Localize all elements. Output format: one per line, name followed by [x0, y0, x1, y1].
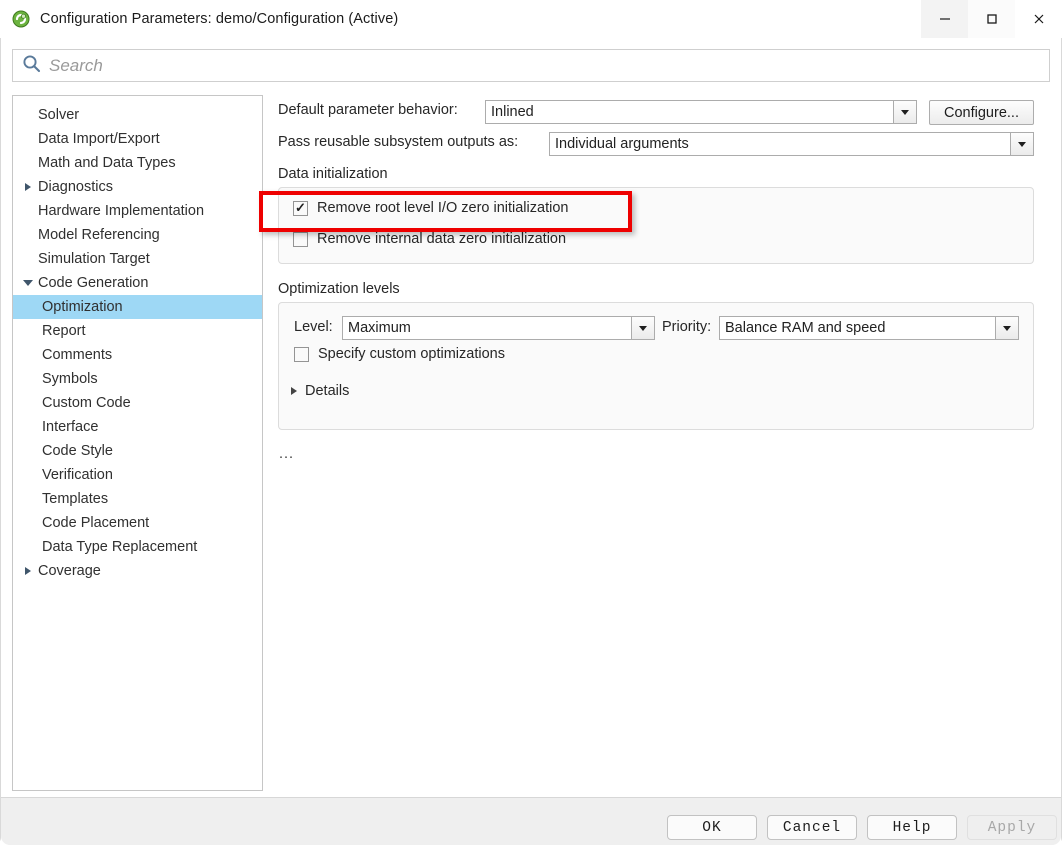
priority-label-wrap: Priority:	[662, 319, 711, 335]
check-icon: ✓	[295, 200, 306, 215]
chevron-down-icon[interactable]	[631, 317, 654, 339]
pass-reusable-outputs-row: Pass reusable subsystem outputs as:	[278, 134, 518, 150]
sidebar-item-verification[interactable]: Verification	[13, 463, 262, 487]
search-icon	[22, 54, 41, 78]
remove-root-level-io-zero-init-checkbox[interactable]: ✓	[293, 200, 308, 216]
sidebar-item-interface[interactable]: Interface	[13, 415, 262, 439]
settings-tree[interactable]: Solver Data Import/Export Math and Data Ty…	[12, 95, 263, 791]
sidebar-item-code-generation[interactable]: Code Generation	[13, 271, 262, 295]
remove-internal-data-zero-init-label: Remove internal data zero initialization	[317, 231, 567, 247]
sidebar-item-label: Hardware Implementation	[38, 203, 205, 219]
sidebar-item-label: Templates	[42, 491, 109, 507]
sidebar-item-label: Solver	[38, 107, 80, 123]
sidebar-item-label: Interface	[42, 419, 99, 435]
optimization-levels-title: Optimization levels	[278, 281, 400, 297]
default-parameter-behavior-value: Inlined	[486, 101, 893, 123]
sidebar-item-label: Data Type Replacement	[42, 539, 198, 555]
data-initialization-title: Data initialization	[278, 166, 388, 182]
sidebar-item-data-import-export[interactable]: Data Import/Export	[13, 127, 262, 151]
sidebar-item-code-placement[interactable]: Code Placement	[13, 511, 262, 535]
chevron-right-icon	[291, 387, 297, 395]
chevron-down-icon[interactable]	[1010, 133, 1033, 155]
default-parameter-behavior-combo[interactable]: Inlined	[485, 100, 917, 124]
search-bar[interactable]	[12, 49, 1050, 82]
sidebar-item-model-referencing[interactable]: Model Referencing	[13, 223, 262, 247]
chevron-right-icon[interactable]	[20, 567, 36, 575]
maximize-button[interactable]	[968, 0, 1015, 38]
sidebar-item-label: Code Placement	[42, 515, 150, 531]
ok-button[interactable]: OK	[667, 815, 757, 840]
sidebar-item-symbols[interactable]: Symbols	[13, 367, 262, 391]
sidebar-item-label: Custom Code	[42, 395, 131, 411]
details-expander[interactable]: Details	[291, 383, 349, 399]
sidebar-item-label: Math and Data Types	[38, 155, 176, 171]
chevron-down-icon[interactable]	[20, 280, 36, 286]
level-value: Maximum	[343, 317, 631, 339]
details-label: Details	[305, 383, 350, 399]
search-input[interactable]	[49, 55, 949, 76]
window-controls	[921, 0, 1062, 38]
pass-reusable-outputs-label: Pass reusable subsystem outputs as:	[278, 134, 519, 150]
sidebar-item-math-and-data-types[interactable]: Math and Data Types	[13, 151, 262, 175]
priority-label: Priority:	[662, 319, 712, 335]
cancel-button[interactable]: Cancel	[767, 815, 857, 840]
optimization-pane: Default parameter behavior: Inlined Conf…	[272, 95, 1050, 791]
sidebar-item-label: Verification	[42, 467, 113, 483]
chevron-down-icon[interactable]	[893, 101, 916, 123]
pass-reusable-outputs-value: Individual arguments	[550, 133, 1010, 155]
sidebar-item-comments[interactable]: Comments	[13, 343, 262, 367]
sidebar-item-label: Optimization	[42, 299, 123, 315]
sidebar-item-templates[interactable]: Templates	[13, 487, 262, 511]
specify-custom-optimizations-row[interactable]: Specify custom optimizations	[294, 346, 505, 362]
sidebar-item-label: Comments	[42, 347, 113, 363]
default-parameter-behavior-row: Default parameter behavior:	[278, 102, 458, 118]
configure-button[interactable]: Configure...	[929, 100, 1034, 125]
sidebar-item-data-type-replacement[interactable]: Data Type Replacement	[13, 535, 262, 559]
level-combo[interactable]: Maximum	[342, 316, 655, 340]
remove-root-level-io-zero-init-row[interactable]: ✓ Remove root level I/O zero initializat…	[293, 200, 568, 216]
priority-value: Balance RAM and speed	[720, 317, 995, 339]
remove-internal-data-zero-init-row[interactable]: Remove internal data zero initialization	[293, 231, 566, 247]
minimize-button[interactable]	[921, 0, 968, 38]
pass-reusable-outputs-combo[interactable]: Individual arguments	[549, 132, 1034, 156]
sidebar-item-label: Model Referencing	[38, 227, 160, 243]
level-label-wrap: Level:	[294, 319, 333, 335]
close-button[interactable]	[1015, 0, 1062, 38]
sidebar-item-optimization[interactable]: Optimization	[13, 295, 262, 319]
title-bar: Configuration Parameters: demo/Configura…	[0, 0, 1062, 38]
simulink-icon	[12, 10, 30, 28]
sidebar-item-solver[interactable]: Solver	[13, 103, 262, 127]
data-initialization-panel	[278, 187, 1034, 264]
sidebar-item-custom-code[interactable]: Custom Code	[13, 391, 262, 415]
specify-custom-optimizations-label: Specify custom optimizations	[318, 346, 505, 362]
sidebar-item-label: Coverage	[38, 563, 101, 579]
sidebar-item-label: Simulation Target	[38, 251, 150, 267]
chevron-right-icon[interactable]	[20, 183, 36, 191]
sidebar-item-label: Code Generation	[38, 275, 149, 291]
sidebar-item-code-style[interactable]: Code Style	[13, 439, 262, 463]
default-parameter-behavior-label: Default parameter behavior:	[278, 102, 458, 118]
sidebar-item-label: Report	[42, 323, 86, 339]
sidebar-item-coverage[interactable]: Coverage	[13, 559, 262, 583]
remove-internal-data-zero-init-checkbox[interactable]	[293, 231, 308, 247]
level-label: Level:	[294, 319, 333, 335]
sidebar-item-diagnostics[interactable]: Diagnostics	[13, 175, 262, 199]
chevron-down-icon[interactable]	[995, 317, 1018, 339]
priority-combo[interactable]: Balance RAM and speed	[719, 316, 1019, 340]
overflow-indicator: ...	[279, 446, 295, 462]
sidebar-item-report[interactable]: Report	[13, 319, 262, 343]
sidebar-item-label: Data Import/Export	[38, 131, 160, 147]
specify-custom-optimizations-checkbox[interactable]	[294, 346, 309, 362]
window-title: Configuration Parameters: demo/Configura…	[40, 11, 399, 27]
apply-button: Apply	[967, 815, 1057, 840]
sidebar-item-label: Code Style	[42, 443, 113, 459]
help-button[interactable]: Help	[867, 815, 957, 840]
sidebar-item-simulation-target[interactable]: Simulation Target	[13, 247, 262, 271]
sidebar-item-label: Symbols	[42, 371, 98, 387]
window-left-edge	[0, 38, 1, 846]
configuration-parameters-window: Configuration Parameters: demo/Configura…	[0, 0, 1062, 846]
remove-root-level-io-zero-init-label: Remove root level I/O zero initializatio…	[317, 200, 569, 216]
sidebar-item-hardware-implementation[interactable]: Hardware Implementation	[13, 199, 262, 223]
sidebar-item-label: Diagnostics	[38, 179, 113, 195]
